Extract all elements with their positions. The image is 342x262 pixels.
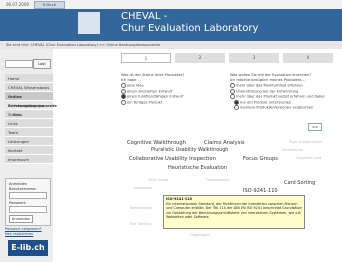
- radio-icon[interactable]: [121, 88, 126, 94]
- method-pluralistic-walkthrough[interactable]: Pluralistic Usability Walkthrough: [151, 148, 228, 153]
- radio-icon[interactable]: [230, 94, 235, 99]
- search-input[interactable]: [5, 60, 33, 68]
- tooltip-text: Ein internationaler Standard, der Richtl…: [166, 201, 302, 220]
- radio-icon[interactable]: [234, 105, 239, 110]
- wizard-steps: 1 2 3 4: [121, 53, 334, 63]
- elib-badge[interactable]: E-lib.ch: [34, 1, 65, 9]
- menu-item-kontakt[interactable]: Kontakt: [5, 146, 53, 155]
- breadcrumb-text: Sie sind hier: CHEVAL (Chur Evaluation L…: [6, 43, 160, 47]
- step-4[interactable]: 4: [283, 53, 333, 63]
- step-3[interactable]: 3: [229, 53, 279, 63]
- browser-top-strip: 06.07.2009 E-lib.ch: [0, 0, 342, 9]
- menu-item-stories[interactable]: Stories: [5, 110, 53, 119]
- current-date: 06.07.2009: [6, 2, 29, 7]
- side-links: Passwort vergessen? Neu registrieren: [5, 227, 42, 237]
- search-button[interactable]: Los!: [33, 59, 51, 69]
- method-cognitive-walkthrough[interactable]: Cognitive Walkthrough: [127, 140, 186, 146]
- site-title-line1: CHEVAL -: [121, 11, 168, 22]
- status-option-final[interactable]: ein fertiges Produkt: [121, 99, 184, 106]
- goal-option-product[interactable]: mehr über das Produkt selbst erfahren un…: [230, 94, 325, 100]
- site-title-line2: Chur Evaluation Laboratory: [121, 23, 259, 34]
- menu-item-home[interactable]: Home: [5, 74, 53, 83]
- radio-icon[interactable]: [121, 99, 126, 105]
- method-collaborative-inspection[interactable]: Collaborative Usability Inspection: [129, 156, 216, 162]
- method-tooltip: ISO-9241-110 Ein internationaler Standar…: [163, 195, 305, 229]
- method-style-guides[interactable]: Style Guides testen: [289, 140, 322, 144]
- site-logo[interactable]: [78, 12, 100, 34]
- elib-logo[interactable]: E-lib.ch: [8, 240, 48, 256]
- method-beobachtung[interactable]: Beobachtung: [130, 206, 153, 210]
- method-think-aloud[interactable]: Think Aloud: [148, 178, 168, 182]
- menu-item-beratung[interactable]: Online Beratungskomponente: [5, 92, 57, 108]
- login-button[interactable]: Anmelden: [9, 215, 33, 223]
- password-label: Passwort:: [9, 201, 27, 205]
- next-button[interactable]: >>: [308, 123, 322, 131]
- menu-item-leistungen[interactable]: Leistungen: [5, 137, 53, 146]
- method-eye-tracking[interactable]: Eye Tracking: [130, 222, 151, 226]
- radio-icon[interactable]: [230, 88, 235, 94]
- login-box: Anmelden Benutzername: Passwort: Anmelde…: [5, 178, 51, 226]
- method-card-sorting[interactable]: Card Sorting: [284, 180, 315, 186]
- question-status: Was ist der Status Ihres Produktes? Ich …: [121, 73, 184, 105]
- menu-item-wissensbasis[interactable]: CHEVAL Wissensbasis: [5, 83, 53, 92]
- status-option-functional[interactable]: einen funktionsfähigen Entwurf: [121, 94, 184, 100]
- password-field[interactable]: [9, 206, 47, 213]
- username-field[interactable]: [9, 192, 47, 199]
- method-heuristische[interactable]: Heuristische: [282, 148, 303, 152]
- radio-icon[interactable]: [230, 83, 235, 88]
- method-cognitive-load[interactable]: Cognitive Load: [296, 156, 321, 160]
- breadcrumb: Sie sind hier: CHEVAL (Chur Evaluation L…: [0, 41, 342, 49]
- step-2[interactable]: 2: [175, 53, 225, 63]
- login-title: Anmelden: [9, 182, 28, 186]
- method-claims-analysis[interactable]: Claims Analysis: [204, 140, 244, 146]
- method-focus-groups[interactable]: Focus Groups: [243, 156, 278, 162]
- method-heuristic-evaluation[interactable]: Heuristische Evaluation: [168, 165, 227, 171]
- method-fokusgruppen[interactable]: Fokusgruppen: [206, 178, 230, 182]
- menu-item-links[interactable]: Links: [5, 119, 53, 128]
- radio-icon[interactable]: [234, 99, 239, 105]
- username-label: Benutzername:: [9, 187, 37, 191]
- goal-option-compare[interactable]: mehrere Produkte/Versionen vergleichen: [230, 105, 325, 111]
- question-goal: Was wollen Sie mit der Evaluation erreic…: [230, 73, 325, 111]
- method-iso-9241-110[interactable]: ISO-9241-110: [243, 188, 278, 194]
- main-menu: Home CHEVAL Wissensbasis Online Beratung…: [5, 74, 57, 164]
- radio-icon[interactable]: [121, 83, 126, 88]
- register-link[interactable]: Neu registrieren: [5, 232, 42, 237]
- method-fragebogen[interactable]: Fragebogen: [190, 233, 210, 237]
- method-interviews[interactable]: Interviews: [134, 186, 152, 190]
- menu-item-impressum[interactable]: Impressum: [5, 155, 53, 164]
- step-1[interactable]: 1: [121, 53, 171, 63]
- radio-icon[interactable]: [121, 94, 126, 99]
- menu-item-team[interactable]: Team: [5, 128, 53, 137]
